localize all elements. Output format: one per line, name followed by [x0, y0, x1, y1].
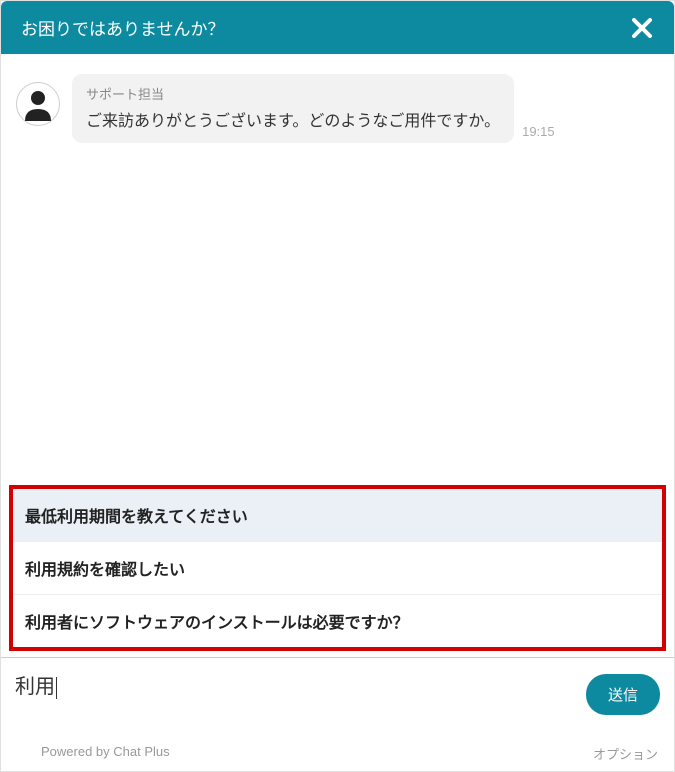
sender-name: サポート担当 — [86, 84, 500, 103]
close-icon[interactable] — [630, 16, 654, 40]
options-link[interactable]: オプション — [593, 744, 658, 763]
send-button[interactable]: 送信 — [586, 674, 660, 715]
powered-by: Powered by Chat Plus — [41, 744, 170, 763]
suggestion-item[interactable]: 利用者にソフトウェアのインストールは必要ですか？ — [13, 595, 662, 647]
suggestion-item[interactable]: 利用規約を確認したい — [13, 542, 662, 595]
message-input[interactable]: 利用 — [15, 670, 574, 730]
input-value: 利用 — [15, 676, 55, 698]
avatar — [16, 82, 60, 126]
bubble-wrap: サポート担当 ご来訪ありがとうございます。どのようなご用件ですか。 19:15 — [72, 74, 659, 143]
suggestion-item[interactable]: 最低利用期間を教えてください — [13, 489, 662, 542]
message-bubble: サポート担当 ご来訪ありがとうございます。どのようなご用件ですか。 — [72, 74, 514, 143]
message-text: ご来訪ありがとうございます。どのようなご用件ですか。 — [86, 107, 500, 131]
text-caret — [56, 677, 57, 699]
suggestions-panel: 最低利用期間を教えてください 利用規約を確認したい 利用者にソフトウェアのインス… — [9, 485, 666, 651]
chat-container: お困りではありませんか？ サポート担当 ご来訪ありがとうございます。どのようなご… — [0, 0, 675, 772]
timestamp: 19:15 — [522, 124, 555, 143]
input-area: 利用 送信 — [1, 657, 674, 738]
messages-area: サポート担当 ご来訪ありがとうございます。どのようなご用件ですか。 19:15 — [1, 54, 674, 485]
header-title: お困りではありませんか？ — [21, 15, 225, 40]
message-row: サポート担当 ご来訪ありがとうございます。どのようなご用件ですか。 19:15 — [16, 74, 659, 143]
chat-header: お困りではありませんか？ — [1, 1, 674, 54]
footer: Powered by Chat Plus オプション — [1, 738, 674, 771]
